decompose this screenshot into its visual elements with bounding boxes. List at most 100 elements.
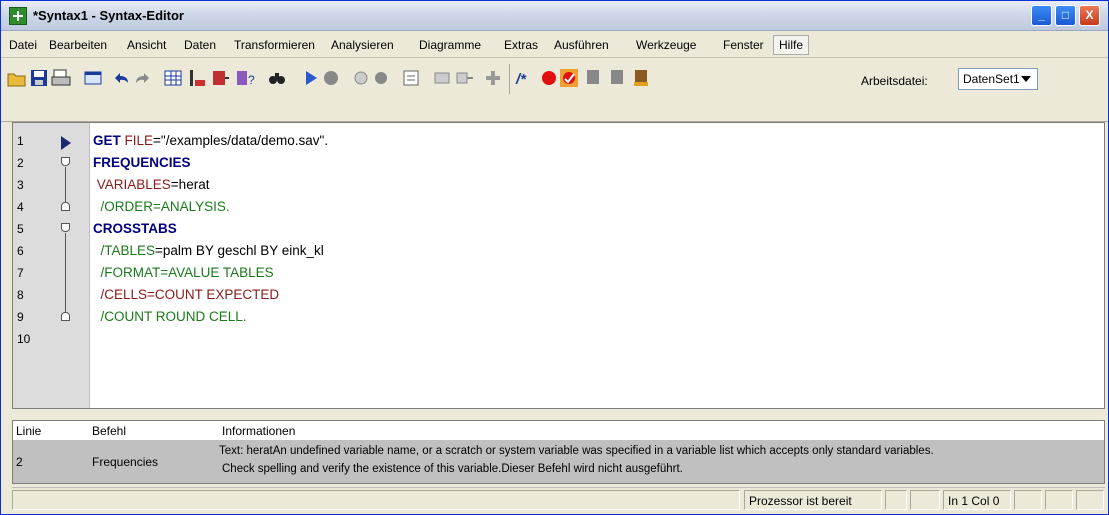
subcommand: /ORDER=ANALYSIS. [93,199,230,214]
goto-data-icon[interactable] [163,68,183,88]
menu-hilfe[interactable]: Hilfe [773,35,810,55]
dialog-recall-icon[interactable] [83,68,103,88]
bookmark-icon[interactable] [559,68,579,88]
menu-bar: Datei Bearbeiten Ansicht Daten Transform… [1,32,1108,58]
hide-icon[interactable] [371,68,391,88]
code-line[interactable]: /COUNT ROUND CELL. [93,309,247,324]
clear-bookmark-icon[interactable] [631,68,651,88]
message-row[interactable]: 2 Frequencies Text: heratAn undefined va… [13,441,1104,483]
svg-text:/*: /* [515,71,527,88]
subcommand: /CELLS=COUNT EXPECTED [93,287,280,302]
goto-line-icon[interactable] [401,68,421,88]
fold-open-icon[interactable] [61,223,70,232]
goto-case-icon[interactable] [187,68,207,88]
dataset-select[interactable]: DatenSet1 [958,68,1038,90]
code-line[interactable]: GET FILE="/examples/data/demo.sav". [93,133,328,148]
status-bar: Prozessor ist bereit In 1 Col 0 [12,487,1105,511]
status-cell-main [12,490,740,510]
comment-icon[interactable]: /* [515,68,535,88]
menu-daten[interactable]: Daten [184,38,216,52]
app-icon[interactable] [9,7,27,25]
fold-line [65,233,66,312]
line-number: 4 [17,200,24,214]
autocomplete-icon[interactable] [433,68,453,88]
status-cell [910,490,940,510]
value: ="/examples/data/demo.sav". [153,133,329,148]
menu-fenster[interactable]: Fenster [723,38,764,52]
dataset-value: DatenSet1 [963,72,1020,86]
line-number: 6 [17,244,24,258]
code-line[interactable]: CROSSTABS [93,221,177,236]
value: =herat [170,177,210,192]
next-bookmark-icon[interactable] [607,68,627,88]
syntax-editor-window: *Syntax1 - Syntax-Editor _ □ X Datei Bea… [0,0,1109,515]
keyword: CROSSTABS [93,221,177,236]
line-number: 8 [17,288,24,302]
color-icon[interactable] [483,68,503,88]
code-line[interactable]: /FORMAT=AVALUE TABLES [93,265,274,280]
stop-icon[interactable] [321,68,341,88]
subcommand: /TABLES [93,243,156,258]
value: =palm BY geschl BY eink_kl [155,243,324,258]
menu-transformieren[interactable]: Transformieren [234,38,315,52]
toolbar: ? /* Arbeitsdatei: DatenSet1 [1,58,1108,122]
menu-ausfuehren[interactable]: Ausführen [554,38,609,52]
breakpoint-icon[interactable] [539,68,559,88]
line-number: 5 [17,222,24,236]
line-number: 9 [17,310,24,324]
status-cell [1045,490,1073,510]
window-title: *Syntax1 - Syntax-Editor [33,8,184,23]
execution-arrow-icon [61,136,71,150]
message-info-line1: Text: heratAn undefined variable name, o… [219,445,934,457]
title-bar[interactable]: *Syntax1 - Syntax-Editor _ □ X [1,1,1108,31]
find-icon[interactable] [267,68,287,88]
column-header-befehl[interactable]: Befehl [92,424,126,438]
redo-icon[interactable] [133,68,153,88]
code-line[interactable]: FREQUENCIES [93,155,191,170]
line-number: 7 [17,266,24,280]
code-line[interactable]: /ORDER=ANALYSIS. [93,199,230,214]
toolbar-separator [509,64,510,94]
run-icon[interactable] [301,68,321,88]
code-line[interactable]: /TABLES=palm BY geschl BY eink_kl [93,243,324,258]
show-icon[interactable] [351,68,371,88]
menu-analysieren[interactable]: Analysieren [331,38,394,52]
save-icon[interactable] [29,68,49,88]
fold-end-icon [61,312,70,321]
toggle-bookmark-icon[interactable] [583,68,603,88]
fold-open-icon[interactable] [61,157,70,166]
status-cell [885,490,907,510]
status-position: In 1 Col 0 [943,490,1011,510]
print-icon[interactable] [51,68,71,88]
chevron-down-icon [1021,76,1031,82]
menu-extras[interactable]: Extras [504,38,538,52]
column-header-linie[interactable]: Linie [16,424,41,438]
subcommand: FILE [120,133,154,148]
code-line[interactable]: /CELLS=COUNT EXPECTED [93,287,280,302]
menu-ansicht[interactable]: Ansicht [127,38,166,52]
next-error-icon[interactable] [455,68,475,88]
message-command: Frequencies [92,455,159,469]
minimize-button[interactable]: _ [1031,5,1052,26]
open-icon[interactable] [7,68,27,88]
subcommand: /COUNT ROUND CELL. [93,309,247,324]
fold-line [65,167,66,202]
svg-text:?: ? [248,73,255,87]
status-processor: Prozessor ist bereit [744,490,882,510]
variables-icon[interactable] [211,68,231,88]
menu-diagramme[interactable]: Diagramme [419,38,481,52]
close-button[interactable]: X [1079,5,1100,26]
menu-bearbeiten[interactable]: Bearbeiten [49,38,107,52]
code-line[interactable]: VARIABLES=herat [93,177,210,192]
menu-werkzeuge[interactable]: Werkzeuge [636,38,696,52]
column-header-informationen[interactable]: Informationen [222,424,295,438]
syntax-editor-area[interactable]: 1 2 3 4 5 6 7 8 9 10 GET FILE="/examples… [12,122,1105,409]
keyword: GET [93,133,121,148]
maximize-button[interactable]: □ [1055,5,1076,26]
menu-datei[interactable]: Datei [9,38,37,52]
variable-info-icon[interactable]: ? [235,68,255,88]
error-messages-pane[interactable]: Linie Befehl Informationen 2 Frequencies… [12,420,1105,484]
message-info-line2: Check spelling and verify the existence … [222,463,683,475]
undo-icon[interactable] [111,68,131,88]
line-number-gutter[interactable]: 1 2 3 4 5 6 7 8 9 10 [13,123,90,408]
